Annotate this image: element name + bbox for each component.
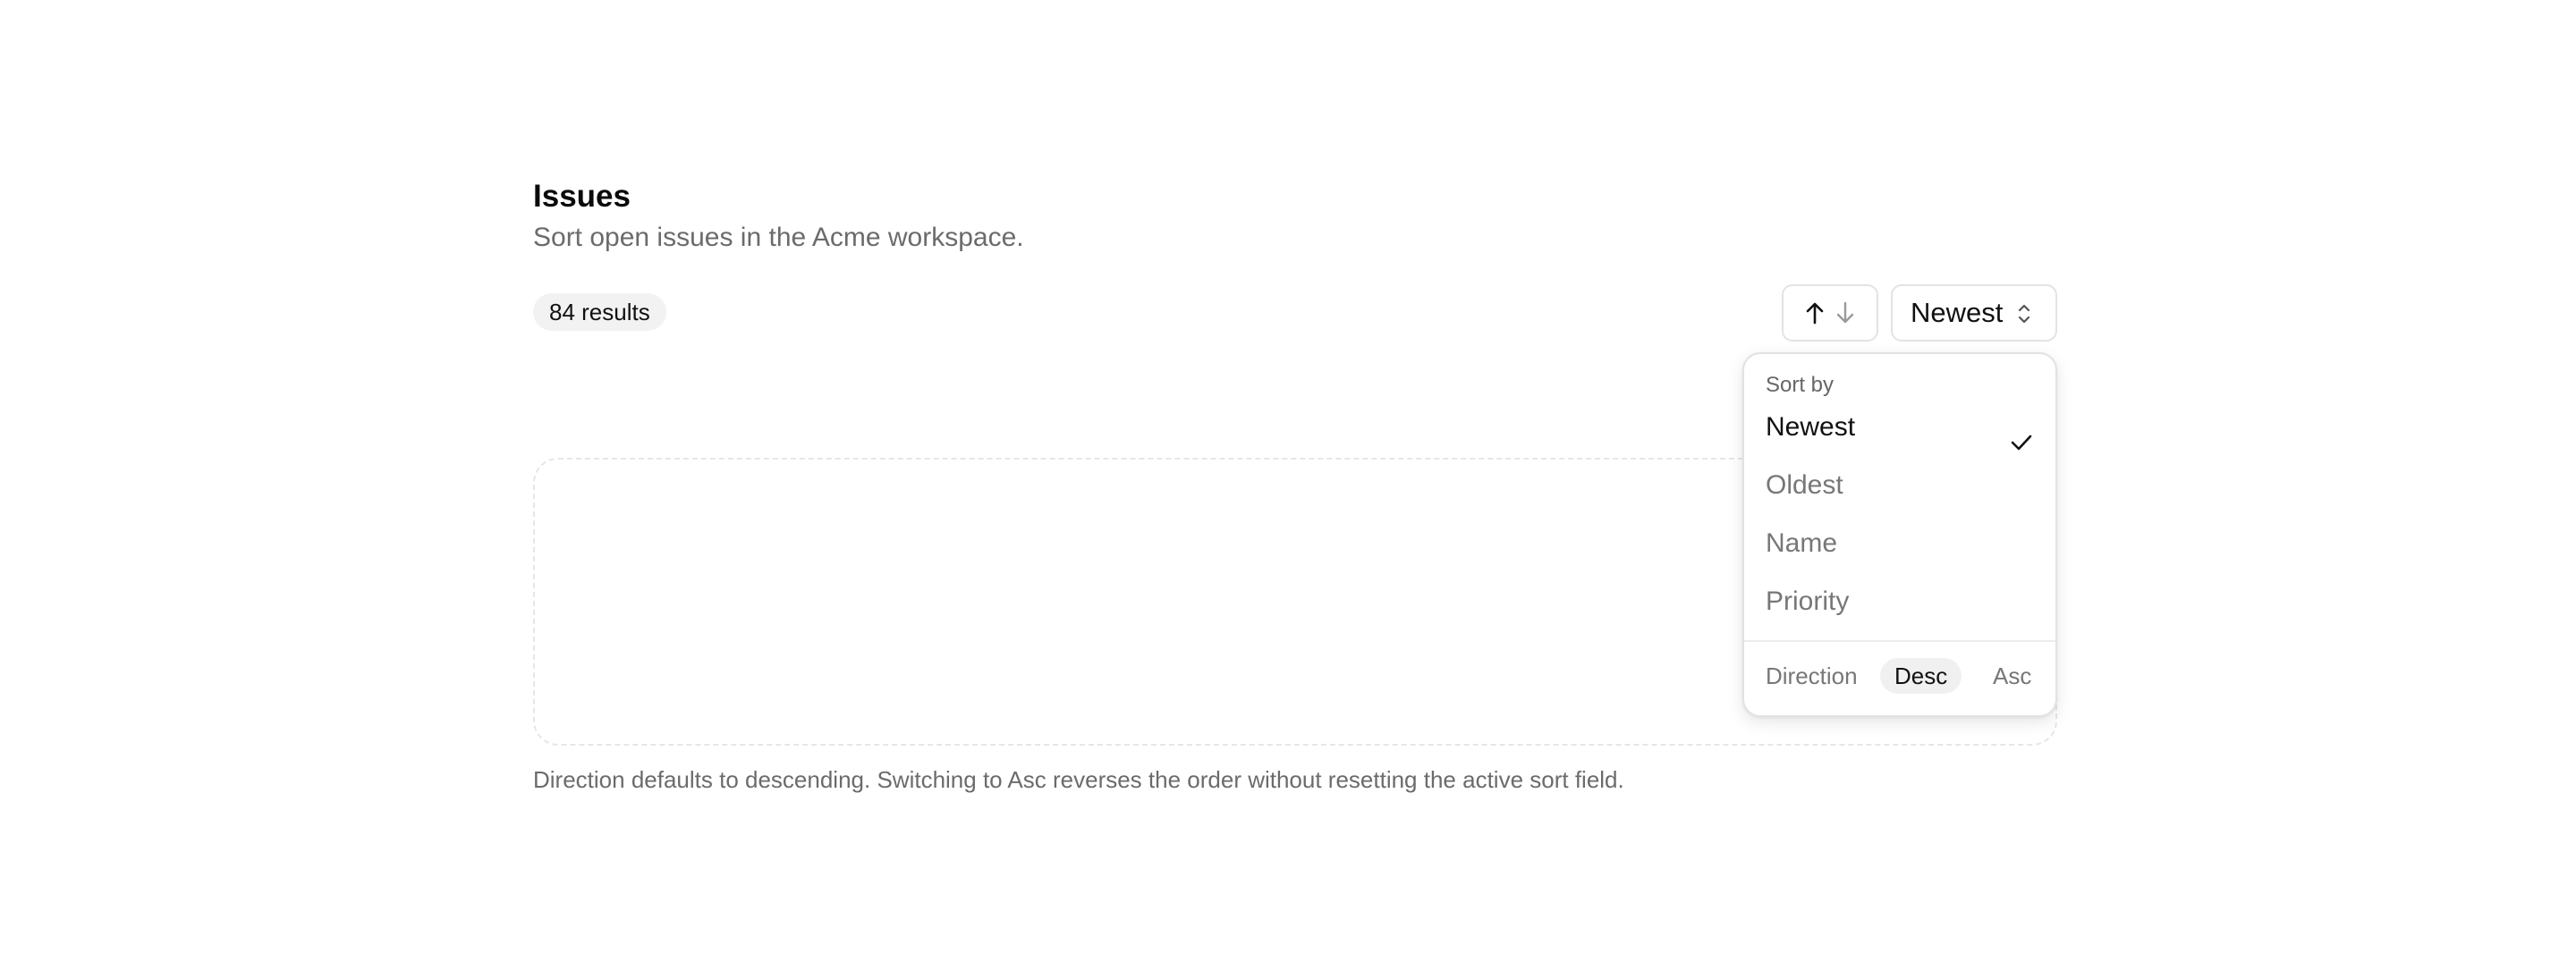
direction-label: Direction	[1766, 662, 1858, 689]
arrow-down-icon	[1835, 301, 1855, 325]
sort-option-label: Oldest	[1766, 470, 1843, 500]
sort-direction-toggle[interactable]	[1782, 284, 1878, 342]
sort-select-value: Newest	[1911, 297, 2004, 328]
results-count-badge: 84 results	[533, 293, 666, 331]
sort-menu: Sort by Newest Oldest Name Priority Dire…	[1742, 352, 2057, 717]
sort-option-newest[interactable]: Newest	[1744, 402, 2055, 452]
sort-option-priority[interactable]: Priority	[1744, 577, 2055, 627]
arrow-up-icon	[1805, 301, 1825, 325]
direction-row: Direction Desc Asc	[1744, 654, 2055, 697]
sort-option-oldest[interactable]: Oldest	[1744, 460, 2055, 511]
direction-footnote: Direction defaults to descending. Switch…	[533, 766, 1624, 793]
chevron-up-down-icon	[2016, 302, 2032, 330]
direction-asc-option[interactable]: Asc	[1980, 658, 2044, 694]
page-title: Issues	[533, 179, 631, 214]
direction-desc-option[interactable]: Desc	[1880, 658, 1962, 694]
sort-option-label: Name	[1766, 528, 1838, 558]
sort-menu-header: Sort by	[1766, 373, 1835, 397]
sort-option-label: Newest	[1766, 412, 1856, 442]
sort-field-select[interactable]: Newest	[1891, 284, 2057, 342]
page-subtitle: Sort open issues in the Acme workspace.	[533, 223, 1024, 252]
menu-divider	[1744, 640, 2055, 642]
sort-option-label: Priority	[1766, 586, 1850, 616]
sort-option-name[interactable]: Name	[1744, 519, 2055, 569]
